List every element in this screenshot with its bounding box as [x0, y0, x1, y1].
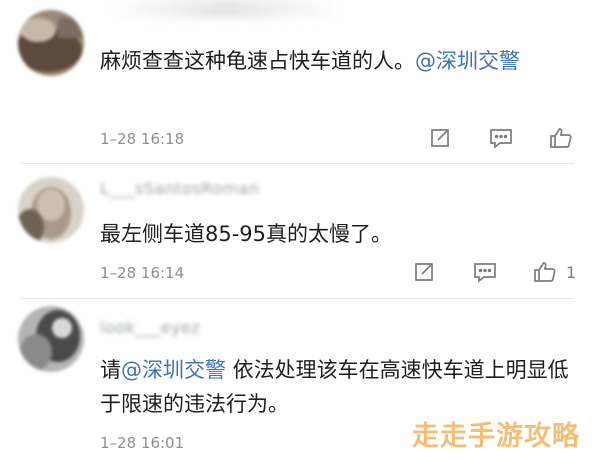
comment-text: 麻烦查查这种龟速占快车道的人。@深圳交警: [100, 44, 570, 78]
watermark-logo: 走走手游攻略: [412, 421, 580, 452]
mention-link[interactable]: @深圳交警: [415, 49, 520, 73]
avatar[interactable]: [18, 306, 84, 372]
comment-text: 最左侧车道85-95真的太慢了。: [100, 217, 570, 251]
comment-actions: 1: [0, 258, 594, 286]
like-button[interactable]: 1: [532, 258, 576, 286]
comment-actions: [0, 124, 594, 152]
comment-plain-text: 麻烦查查这种龟速占快车道的人。: [100, 49, 415, 73]
divider: [20, 163, 574, 164]
comment-icon: [488, 126, 514, 150]
repost-icon: [428, 126, 452, 150]
like-button[interactable]: [548, 124, 582, 152]
divider: [20, 298, 574, 299]
repost-button[interactable]: [428, 124, 452, 152]
username[interactable]: look___eyez: [100, 318, 200, 337]
comment-item: L___sSantosRoman 最左侧车道85-95真的太慢了。 1–28 1…: [0, 165, 594, 300]
username[interactable]: L___sSantosRoman: [100, 179, 259, 198]
mention-link[interactable]: @深圳交警: [121, 358, 226, 382]
comment-button[interactable]: [472, 258, 498, 286]
thumbs-up-icon: [548, 126, 574, 150]
comment-item: 麻烦查查这种龟速占快车道的人。@深圳交警 1–28 16:18: [0, 0, 594, 160]
repost-icon: [412, 260, 436, 284]
like-count: 1: [566, 262, 577, 282]
comment-timestamp: 1–28 16:01: [100, 434, 185, 452]
avatar[interactable]: [18, 177, 84, 243]
comment-icon: [472, 260, 498, 284]
comment-text: 请@深圳交警 依法处理该车在高速快车道上明显低于限速的违法行为。: [100, 353, 570, 421]
thumbs-up-icon: [532, 260, 558, 284]
comment-plain-text: 请: [100, 358, 121, 382]
comment-plain-text: 最左侧车道85-95真的太慢了。: [100, 222, 393, 246]
avatar[interactable]: [18, 10, 84, 76]
repost-button[interactable]: [412, 258, 436, 286]
comment-button[interactable]: [488, 124, 514, 152]
